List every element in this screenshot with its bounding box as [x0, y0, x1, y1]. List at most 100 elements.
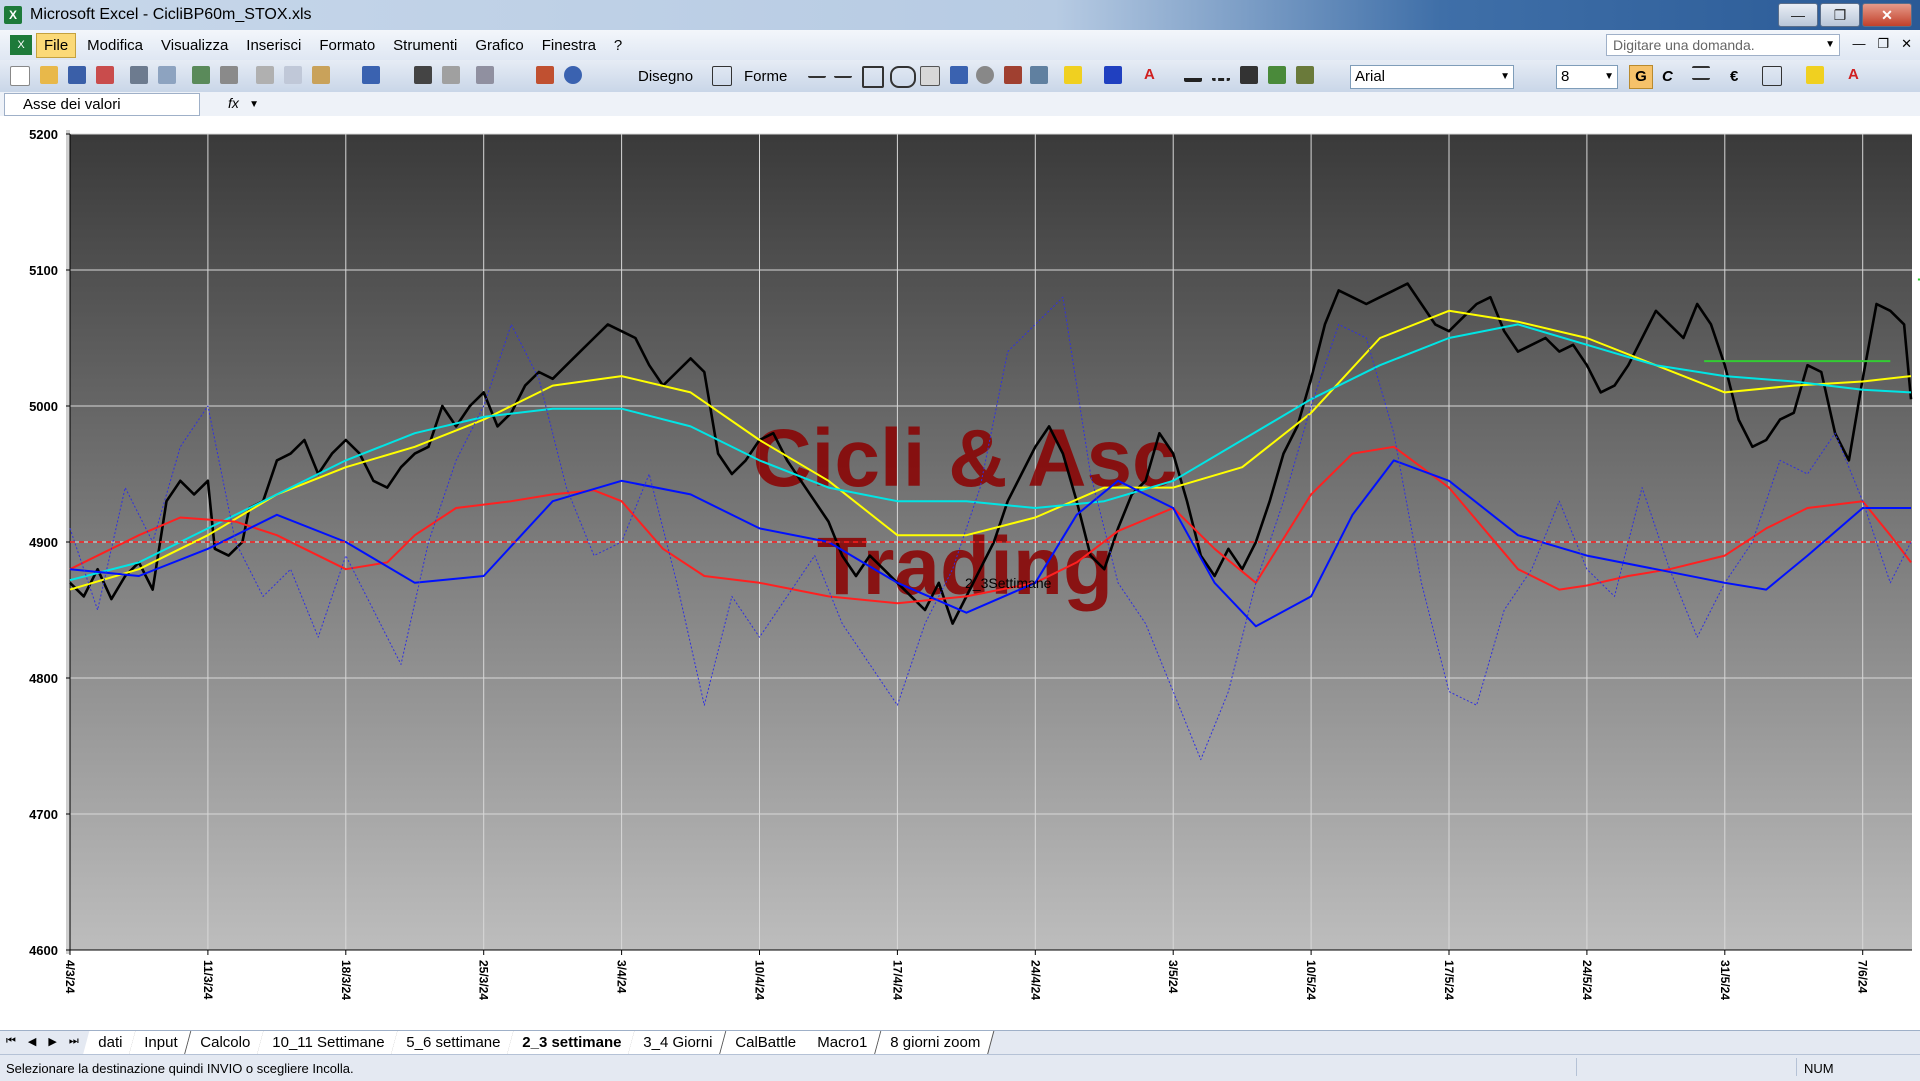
- font-color-icon[interactable]: A: [1144, 66, 1162, 84]
- textbox-icon[interactable]: [920, 66, 940, 86]
- name-box-value: Asse dei valori: [23, 96, 121, 113]
- oval-icon[interactable]: [890, 66, 916, 88]
- print-preview-icon[interactable]: [158, 66, 176, 84]
- menu-finestra[interactable]: Finestra: [535, 34, 603, 57]
- x-tick-label: 10/4/24: [753, 960, 767, 1000]
- draw-menu[interactable]: Disegno: [638, 68, 693, 85]
- close-button[interactable]: ✕: [1862, 3, 1912, 27]
- workbook-icon[interactable]: X: [10, 35, 32, 55]
- print-icon[interactable]: [130, 66, 148, 84]
- y-tick-label: 4700: [29, 807, 58, 822]
- picture-icon[interactable]: [1030, 66, 1048, 84]
- maximize-button[interactable]: ❐: [1820, 3, 1860, 27]
- arrow-icon[interactable]: [834, 66, 852, 78]
- menu-bar: X File Modifica Visualizza Inserisci For…: [0, 30, 1920, 61]
- sort-icon[interactable]: [476, 66, 494, 84]
- wordart-icon[interactable]: [950, 66, 968, 84]
- minimize-button[interactable]: —: [1778, 3, 1818, 27]
- borders-icon[interactable]: [1762, 66, 1782, 86]
- research-icon[interactable]: [220, 66, 238, 84]
- diagram-icon[interactable]: [976, 66, 994, 84]
- cut-icon[interactable]: [256, 66, 274, 84]
- chevron-down-icon[interactable]: ▼: [1500, 66, 1510, 88]
- y-tick-label: 5200: [29, 127, 58, 142]
- new-document-icon[interactable]: [10, 66, 30, 86]
- font-size-value: 8: [1561, 68, 1570, 85]
- chart-sheet[interactable]: 4600 4700 4800 4900 5000 5100 5200 4/3/24 11/3/2…: [0, 116, 1920, 1030]
- sheet-tab[interactable]: Calcolo: [184, 1031, 264, 1056]
- function-icon[interactable]: fx: [228, 95, 239, 111]
- italic-button[interactable]: C: [1662, 68, 1673, 85]
- menu-modifica[interactable]: Modifica: [80, 34, 150, 57]
- menu-visualizza[interactable]: Visualizza: [154, 34, 235, 57]
- permission-icon[interactable]: [96, 66, 114, 84]
- excel-app-icon[interactable]: X: [4, 6, 22, 24]
- line-color-icon[interactable]: [1104, 66, 1122, 84]
- spelling-icon[interactable]: [192, 66, 210, 84]
- menu-file[interactable]: File: [36, 32, 77, 58]
- x-tick-label: 3/4/24: [615, 960, 629, 994]
- sheet-tab[interactable]: 3_4 Giorni: [628, 1031, 727, 1056]
- x-tick-label: 11/3/24: [201, 960, 215, 1000]
- sheet-tab[interactable]: Macro1: [802, 1031, 882, 1056]
- name-box[interactable]: Asse dei valori ▼: [4, 93, 259, 116]
- line-style-icon[interactable]: [1184, 66, 1202, 82]
- menu-help[interactable]: ?: [607, 34, 629, 57]
- arrow-style-icon[interactable]: [1240, 66, 1258, 84]
- next-sheet-icon[interactable]: ▶: [48, 1035, 56, 1048]
- 3d-icon[interactable]: [1296, 66, 1314, 84]
- sheet-tab[interactable]: 8 giorni zoom: [874, 1031, 994, 1056]
- text-color-icon[interactable]: A: [1848, 66, 1866, 84]
- chevron-down-icon[interactable]: ▼: [1604, 66, 1614, 88]
- undo-icon[interactable]: [362, 66, 380, 84]
- doc-minimize-icon[interactable]: —: [1852, 36, 1865, 52]
- font-name-select[interactable]: Arial ▼: [1350, 65, 1514, 89]
- align-icon[interactable]: [1692, 66, 1710, 80]
- chevron-down-icon[interactable]: ▼: [249, 94, 259, 115]
- save-icon[interactable]: [68, 66, 86, 84]
- select-pointer-icon[interactable]: [712, 66, 732, 86]
- prev-sheet-icon[interactable]: ◀: [28, 1035, 36, 1048]
- cell-fill-icon[interactable]: [1806, 66, 1824, 84]
- paste-icon[interactable]: [312, 66, 330, 84]
- x-tick-label: 25/3/24: [477, 960, 491, 1000]
- dash-style-icon[interactable]: [1212, 66, 1230, 81]
- fill-color-icon[interactable]: [1064, 66, 1082, 84]
- shapes-menu[interactable]: Forme: [744, 68, 787, 85]
- line-icon[interactable]: [808, 66, 826, 78]
- menu-formato[interactable]: Formato: [312, 34, 382, 57]
- sheet-tab[interactable]: Input: [128, 1031, 192, 1056]
- help-icon[interactable]: [564, 66, 582, 84]
- document-window-controls: — ❐ ✕: [1852, 36, 1912, 52]
- menu-inserisci[interactable]: Inserisci: [239, 34, 308, 57]
- help-search-input[interactable]: Digitare una domanda. ▼: [1606, 34, 1840, 56]
- euro-icon[interactable]: €: [1730, 68, 1738, 85]
- copy-icon[interactable]: [284, 66, 302, 84]
- x-tick-label: 10/5/24: [1304, 960, 1318, 1000]
- first-sheet-icon[interactable]: ⏮: [6, 1035, 16, 1048]
- last-sheet-icon[interactable]: ⏭: [69, 1035, 79, 1048]
- chart-svg[interactable]: 4600 4700 4800 4900 5000 5100 5200 4/3/24 11/3/2…: [0, 116, 1920, 1030]
- sheet-tab-label: 3_4 Giorni: [643, 1034, 713, 1051]
- chart-wizard-icon[interactable]: [536, 66, 554, 84]
- doc-close-icon[interactable]: ✕: [1901, 36, 1912, 52]
- window-controls: — ❐ ✕: [1778, 3, 1912, 27]
- doc-restore-icon[interactable]: ❐: [1877, 36, 1889, 52]
- help-placeholder: Digitare una domanda.: [1613, 37, 1755, 53]
- sheet-tab[interactable]: 2_3 settimane: [506, 1031, 636, 1056]
- sheet-tab[interactable]: CalBattle: [719, 1031, 810, 1056]
- clipart-icon[interactable]: [1004, 66, 1022, 84]
- rectangle-icon[interactable]: [862, 66, 884, 88]
- shadow-icon[interactable]: [1268, 66, 1286, 84]
- open-folder-icon[interactable]: [40, 66, 58, 84]
- chevron-down-icon[interactable]: ▼: [1825, 35, 1835, 55]
- menu-strumenti[interactable]: Strumenti: [386, 34, 464, 57]
- sheet-tab[interactable]: 5_6 settimane: [390, 1031, 515, 1056]
- sheet-tab[interactable]: 10_11 Settimane: [256, 1031, 399, 1056]
- bold-button[interactable]: G: [1629, 65, 1653, 89]
- sheet-tab-bar: ⏮ ◀ ▶ ⏭ dati Input Calcolo 10_11 Settimane 5…: [0, 1030, 1920, 1056]
- font-size-select[interactable]: 8 ▼: [1556, 65, 1618, 89]
- menu-grafico[interactable]: Grafico: [468, 34, 530, 57]
- hyperlink-icon[interactable]: [414, 66, 432, 84]
- autosum-icon[interactable]: [442, 66, 460, 84]
